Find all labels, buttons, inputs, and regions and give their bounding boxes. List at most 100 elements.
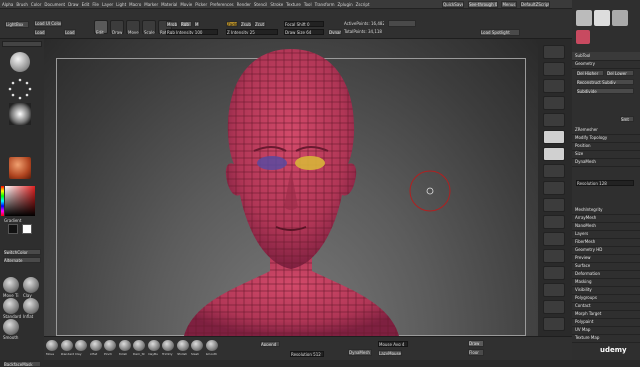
m-button[interactable]: M (194, 21, 200, 27)
dynamesh-bottom-button[interactable]: DynaMesh (348, 349, 372, 356)
backface-mask-button[interactable]: BackfaceMask (3, 361, 41, 367)
menu-zplugin[interactable]: Zplugin (338, 2, 353, 7)
menu-texture[interactable]: Texture (286, 2, 301, 7)
resolution-slider[interactable]: Resolution 128 (576, 180, 634, 186)
brush-move-ti[interactable]: Move Ti (3, 277, 19, 298)
del-higher-button[interactable]: Del Higher (576, 70, 604, 76)
menu-stencil[interactable]: Stencil (254, 2, 268, 7)
menu-document[interactable]: Document (44, 2, 65, 7)
z-intensity-slider[interactable]: Z Intensity 25 (226, 29, 278, 35)
tool-thumb-1[interactable] (576, 10, 592, 26)
tray-brush-slash[interactable]: Slash (191, 340, 203, 356)
menu-preferences[interactable]: Preferences (210, 2, 234, 7)
smt-button[interactable]: Smt (620, 116, 634, 122)
load-ui-colors-button[interactable]: Load UI Colors (34, 20, 62, 27)
quicksave-button[interactable]: QuickSave (442, 1, 464, 8)
lightbox-button[interactable]: LightBox (5, 21, 29, 28)
view-tool-icon[interactable] (543, 300, 565, 314)
material-icon[interactable] (9, 157, 31, 179)
menu-movie[interactable]: Movie (180, 2, 192, 7)
menu-material[interactable]: Material (161, 2, 177, 7)
view-tool-icon[interactable] (543, 164, 565, 178)
lazymouse-button[interactable]: LazyMouse (378, 350, 402, 356)
brush-smooth[interactable]: Smooth (3, 319, 19, 340)
view-tool-icon[interactable] (543, 62, 565, 76)
rgb-intensity-slider[interactable]: Rgb Intensity 100 (166, 29, 218, 35)
menu-draw[interactable]: Draw (68, 2, 78, 7)
default-zscript-button[interactable]: DefaultZScript (520, 1, 550, 8)
alternate-button[interactable]: Alternate (3, 257, 41, 263)
main-color-swatch[interactable] (8, 224, 18, 234)
geometry-menu[interactable]: Geometry (572, 60, 640, 69)
view-tool-icon[interactable] (543, 45, 565, 59)
zsub-button[interactable]: Zsub (240, 21, 252, 27)
tray-brush-trimdy[interactable]: TrimDy (162, 340, 174, 356)
load-spotlight-top-button[interactable] (388, 20, 416, 27)
zadd-button[interactable]: Zadd (226, 21, 238, 27)
del-lower-button[interactable]: Del Lower (606, 70, 634, 76)
canvas-viewport[interactable] (44, 39, 538, 336)
menu-zscript[interactable]: Zscript (356, 2, 370, 7)
rgb-button[interactable]: Rgb (180, 21, 192, 27)
view-tool-icon[interactable] (543, 283, 565, 297)
texture-map-menu[interactable]: Texture Map (572, 334, 640, 343)
view-tool-icon[interactable] (543, 198, 565, 212)
brush-standard[interactable]: Standard (3, 298, 21, 319)
view-tool-icon[interactable] (543, 181, 565, 195)
focal-shift-slider[interactable]: Focal Shift 0 (284, 21, 324, 27)
head-model[interactable] (44, 39, 538, 336)
tray-brush-inflat[interactable]: Inflat (89, 340, 102, 356)
view-tool-icon[interactable] (543, 232, 565, 246)
tray-brush-clay[interactable]: Clay (75, 340, 87, 356)
resolution-bottom-slider[interactable]: Resolution 512 (290, 351, 324, 357)
tool-thumb-3[interactable] (612, 10, 628, 26)
menu-file[interactable]: File (92, 2, 99, 7)
dynamic-button[interactable]: Dynamic (328, 29, 342, 35)
alpha-icon[interactable] (9, 103, 31, 125)
brush-clay[interactable]: Clay (23, 277, 39, 298)
menu-render[interactable]: Render (237, 2, 251, 7)
gradient-label[interactable]: Gradient (4, 218, 40, 223)
load-button[interactable]: Load (34, 29, 46, 36)
tool-thumb-head[interactable] (576, 30, 590, 44)
view-tool-icon[interactable] (543, 317, 565, 331)
view-tool-icon[interactable] (543, 79, 565, 93)
draw-button[interactable]: Draw (110, 20, 124, 35)
append-button[interactable]: Append (260, 341, 280, 347)
tool-thumb-2[interactable] (594, 10, 610, 26)
scale-button[interactable]: Scale (142, 20, 156, 35)
draw-size-slider[interactable]: Draw Size 64 (284, 29, 324, 35)
secondary-color-swatch[interactable] (22, 224, 32, 234)
view-tool-icon[interactable] (543, 113, 565, 127)
brush-sphere-icon[interactable] (10, 52, 30, 72)
menu-light[interactable]: Light (116, 2, 126, 7)
view-tool-icon[interactable] (543, 266, 565, 280)
load-spotlight-button[interactable]: Load Spotlight (480, 29, 520, 36)
shelf-lightbox[interactable] (2, 41, 42, 47)
edit-button[interactable]: Edit (94, 20, 108, 35)
move-button[interactable]: Move (126, 20, 140, 35)
menu-marker[interactable]: Marker (144, 2, 158, 7)
menu-color[interactable]: Color (31, 2, 41, 7)
floor-button[interactable]: Floor (468, 349, 484, 356)
stroke-dots-icon[interactable] (7, 77, 33, 101)
tray-brush-standard[interactable]: Standard (60, 340, 74, 356)
menu-macro[interactable]: Macro (129, 2, 141, 7)
tray-brush-move[interactable]: Move (46, 340, 58, 356)
tray-brush-smooth[interactable]: Smooth (205, 340, 218, 356)
menu-items[interactable]: Alpha Brush Color Document Draw Edit File Layer… (2, 2, 372, 7)
mouse-avg-slider[interactable]: Mouse Avg 4 (378, 341, 408, 347)
seethrough-slider[interactable]: See-through 0 (468, 1, 498, 8)
save-button[interactable]: Load (64, 29, 76, 36)
view-tool-icon[interactable] (543, 147, 565, 161)
menu-alpha[interactable]: Alpha (2, 2, 13, 7)
subdivide-button[interactable]: Subdivide (576, 88, 634, 94)
tray-brush-hpolish[interactable]: hPolish (176, 340, 189, 356)
tray-brush-claybu[interactable]: ClayBu (147, 340, 160, 356)
tray-brush-pinch[interactable]: Pinch (104, 340, 116, 356)
menu-stroke[interactable]: Stroke (270, 2, 283, 7)
view-tool-icon[interactable] (543, 130, 565, 144)
view-tool-icon[interactable] (543, 249, 565, 263)
switch-color-button[interactable]: SwitchColor (3, 249, 41, 255)
hue-strip[interactable] (1, 186, 4, 216)
